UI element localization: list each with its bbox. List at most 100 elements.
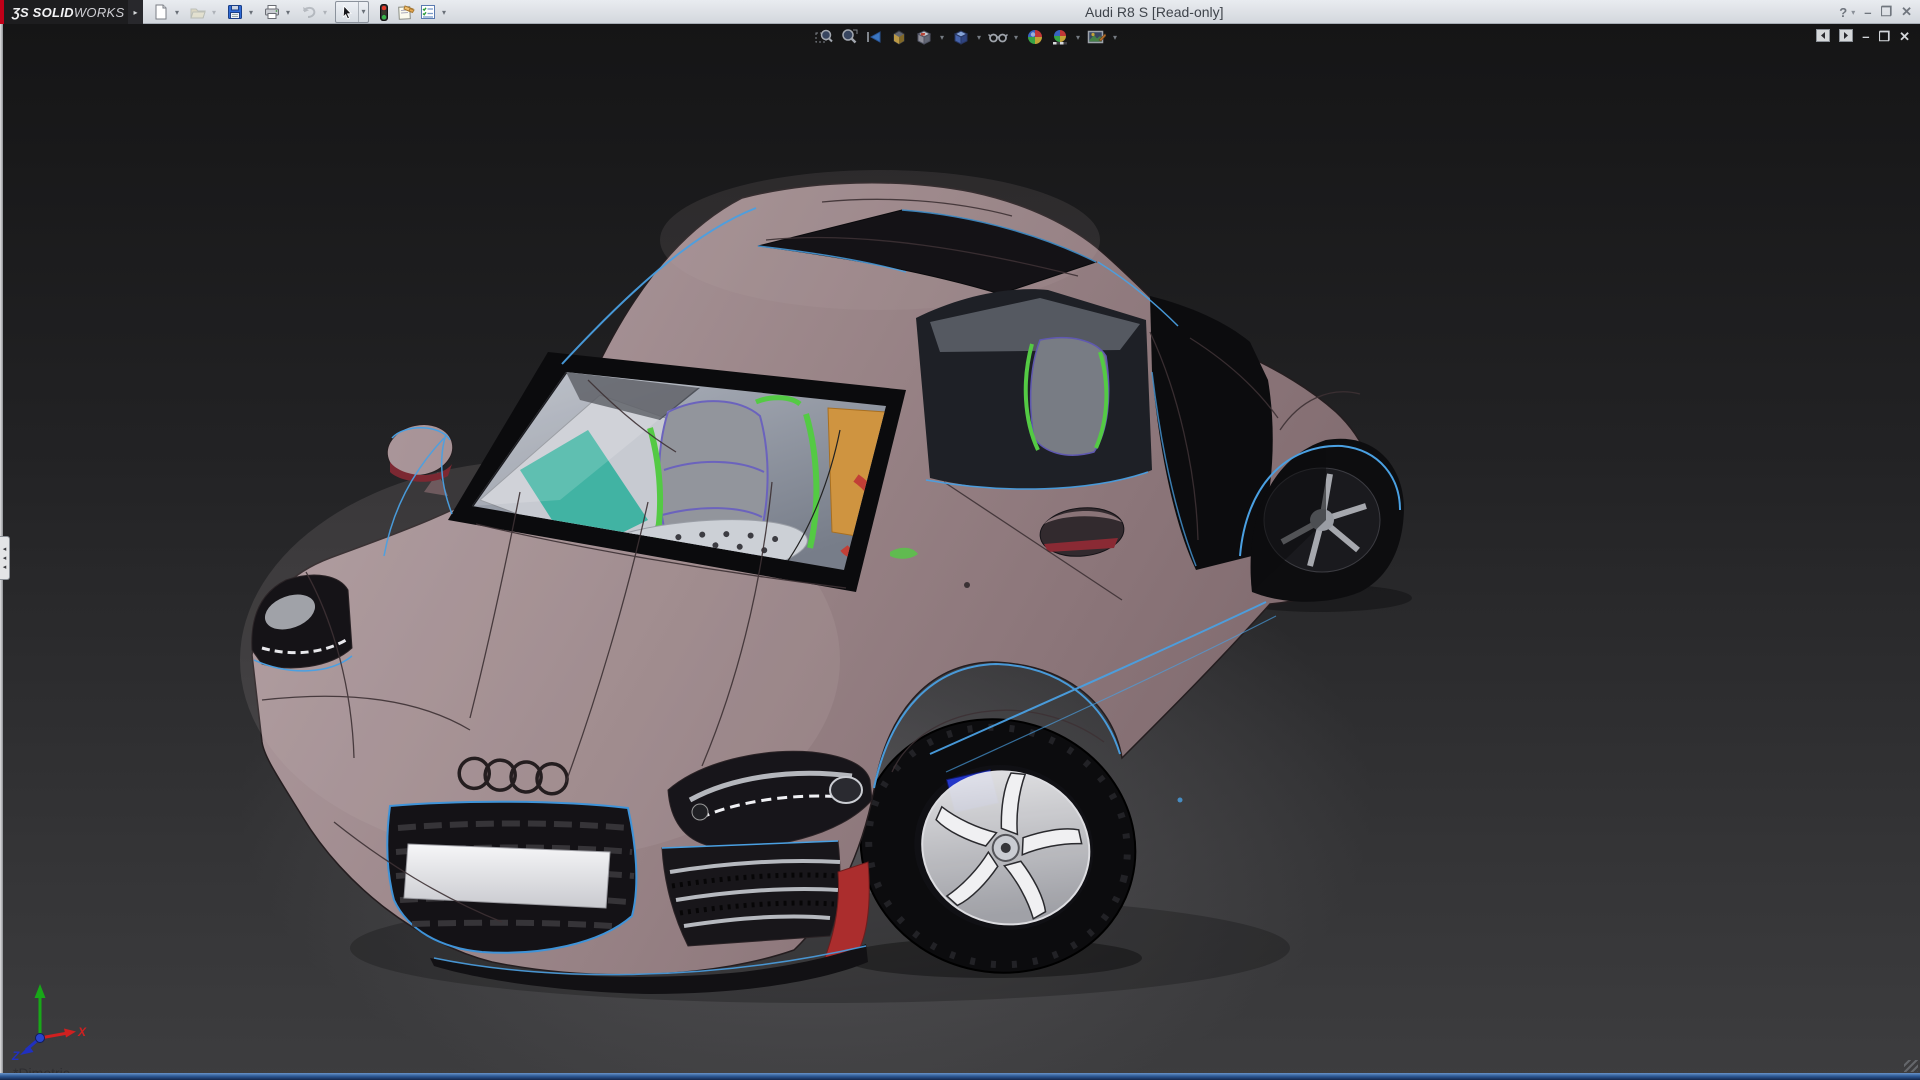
titlebar: ƷS SOLID WORKS ▸ ▾ ▾ bbox=[0, 0, 1920, 24]
heads-up-toolbar: ▾ ▾ ▾ bbox=[812, 27, 1120, 47]
undo-button[interactable] bbox=[298, 1, 320, 23]
close-icon: ✕ bbox=[1901, 4, 1912, 20]
doc-close-button[interactable]: ✕ bbox=[1899, 30, 1910, 44]
new-dropdown-caret[interactable]: ▾ bbox=[172, 8, 182, 17]
undo-icon bbox=[301, 4, 317, 20]
file-properties-button[interactable] bbox=[395, 1, 417, 23]
window-title: Audi R8 S [Read-only] bbox=[1085, 4, 1224, 20]
print-icon bbox=[264, 4, 280, 20]
view-settings-icon bbox=[1087, 28, 1106, 46]
doc-restore-button[interactable]: ❐ bbox=[1878, 30, 1890, 44]
new-document-button[interactable] bbox=[150, 1, 172, 23]
select-tool-button[interactable] bbox=[336, 1, 358, 23]
apply-scene-icon bbox=[1051, 28, 1069, 46]
help-icon: ? bbox=[1839, 5, 1847, 20]
help-button[interactable]: ? bbox=[1839, 5, 1847, 20]
view-orientation-button[interactable] bbox=[912, 27, 935, 47]
section-view-button[interactable] bbox=[887, 27, 910, 47]
show-left-pane-button[interactable] bbox=[1816, 29, 1830, 45]
zoom-to-fit-button[interactable] bbox=[812, 27, 835, 47]
open-dropdown-caret[interactable]: ▾ bbox=[209, 8, 219, 17]
minimize-button[interactable]: – bbox=[1864, 5, 1871, 20]
collapse-arrow-icon: ◂ bbox=[3, 563, 7, 572]
view-settings-button[interactable] bbox=[1085, 27, 1108, 47]
hide-show-items-caret[interactable]: ▾ bbox=[1011, 33, 1021, 42]
rebuild-traffic-light-icon bbox=[378, 4, 390, 21]
z-axis-label: Z bbox=[11, 1049, 20, 1062]
open-button[interactable] bbox=[187, 1, 209, 23]
hide-show-items-button[interactable] bbox=[986, 27, 1009, 47]
print-button[interactable] bbox=[261, 1, 283, 23]
options-icon bbox=[420, 4, 436, 20]
resize-grip[interactable] bbox=[1904, 1060, 1918, 1072]
license-plate bbox=[404, 844, 610, 908]
zoom-to-area-icon bbox=[840, 28, 858, 46]
y-axis-arrow bbox=[35, 984, 46, 998]
doc-restore-icon: ❐ bbox=[1878, 29, 1890, 44]
door-lock-pin bbox=[964, 582, 970, 588]
window-controls: ? ▾ – ❐ ✕ bbox=[1839, 0, 1912, 24]
doc-minimize-button[interactable]: – bbox=[1862, 30, 1869, 44]
help-dropdown-caret[interactable]: ▾ bbox=[1851, 8, 1855, 17]
minimize-icon: – bbox=[1864, 5, 1871, 20]
solidworks-window: ƷS SOLID WORKS ▸ ▾ ▾ bbox=[0, 0, 1920, 1080]
display-style-button[interactable] bbox=[949, 27, 972, 47]
doc-close-icon: ✕ bbox=[1899, 29, 1910, 44]
collapse-arrow-icon: ◂ bbox=[3, 545, 7, 554]
show-right-pane-icon bbox=[1839, 29, 1853, 42]
logo-3s-glyph: ƷS bbox=[12, 5, 29, 20]
select-cursor-icon bbox=[340, 5, 355, 20]
document-window-controls: – ❐ ✕ bbox=[1816, 29, 1910, 45]
menu-flyout-arrow[interactable]: ▸ bbox=[128, 0, 143, 24]
view-settings-caret[interactable]: ▾ bbox=[1110, 33, 1120, 42]
edit-appearance-icon bbox=[1026, 28, 1044, 46]
model-audi-r8[interactable] bbox=[0, 24, 1920, 1080]
zoom-to-area-button[interactable] bbox=[837, 27, 860, 47]
select-tool-group: ▾ bbox=[335, 1, 369, 23]
display-style-caret[interactable]: ▾ bbox=[974, 33, 984, 42]
stray-vertex-marker bbox=[1178, 798, 1183, 803]
orientation-triad: X Z bbox=[10, 976, 94, 1062]
flyout-arrow-icon: ▸ bbox=[133, 8, 137, 17]
save-button[interactable] bbox=[224, 1, 246, 23]
options-button[interactable] bbox=[417, 1, 439, 23]
previous-view-icon bbox=[865, 28, 883, 46]
x-axis-label: X bbox=[77, 1025, 87, 1039]
taskbar-edge bbox=[0, 1073, 1920, 1080]
close-button[interactable]: ✕ bbox=[1901, 4, 1912, 20]
graphics-viewport[interactable]: ▾ ▾ ▾ bbox=[0, 24, 1920, 1080]
view-orientation-icon bbox=[915, 28, 933, 46]
zoom-to-fit-icon bbox=[815, 28, 833, 46]
open-icon bbox=[190, 4, 206, 20]
rebuild-button[interactable] bbox=[373, 1, 395, 23]
previous-view-button[interactable] bbox=[862, 27, 885, 47]
show-right-pane-button[interactable] bbox=[1839, 29, 1853, 45]
passenger-seat bbox=[1031, 338, 1109, 455]
x-axis-arrow bbox=[64, 1029, 76, 1038]
print-dropdown-caret[interactable]: ▾ bbox=[283, 8, 293, 17]
file-properties-icon bbox=[397, 4, 415, 20]
side-window[interactable] bbox=[916, 289, 1152, 489]
section-view-icon bbox=[890, 28, 908, 46]
front-grille[interactable] bbox=[387, 802, 636, 953]
restore-button[interactable]: ❐ bbox=[1880, 4, 1892, 20]
view-orientation-caret[interactable]: ▾ bbox=[937, 33, 947, 42]
display-style-icon bbox=[952, 28, 970, 46]
collapse-arrow-icon: ◂ bbox=[3, 554, 7, 563]
apply-scene-caret[interactable]: ▾ bbox=[1073, 33, 1083, 42]
save-dropdown-caret[interactable]: ▾ bbox=[246, 8, 256, 17]
side-intake[interactable] bbox=[662, 841, 840, 946]
apply-scene-button[interactable] bbox=[1048, 27, 1071, 47]
logo-text-solid: SOLID bbox=[33, 5, 74, 20]
doc-minimize-icon: – bbox=[1862, 29, 1869, 44]
feature-panel-expand-tab[interactable]: ◂ ◂ ◂ bbox=[0, 536, 10, 580]
undo-dropdown-caret[interactable]: ▾ bbox=[320, 8, 330, 17]
logo-text-works: WORKS bbox=[74, 5, 125, 20]
solidworks-logo: ƷS SOLID WORKS bbox=[0, 0, 128, 24]
select-dropdown-caret[interactable]: ▾ bbox=[358, 2, 368, 22]
options-dropdown-caret[interactable]: ▾ bbox=[439, 8, 449, 17]
show-left-pane-icon bbox=[1816, 29, 1830, 42]
restore-icon: ❐ bbox=[1880, 4, 1892, 20]
main-toolbar: ▾ ▾ ▾ bbox=[150, 1, 454, 23]
edit-appearance-button[interactable] bbox=[1023, 27, 1046, 47]
